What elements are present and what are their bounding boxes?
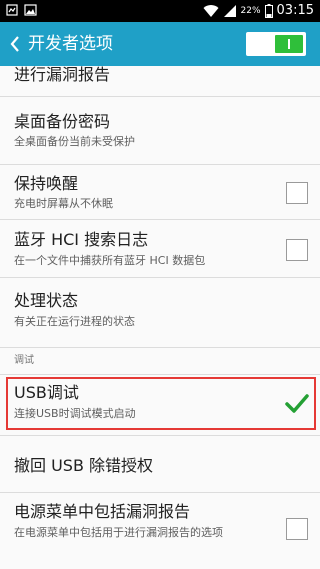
- bug-report-row[interactable]: 进行漏洞报告: [0, 66, 320, 97]
- stay-awake-subtitle: 充电时屏幕从不休眠: [14, 197, 113, 210]
- signal-icon: [223, 5, 236, 17]
- wifi-icon: [203, 5, 219, 18]
- clock: 03:15: [276, 3, 314, 18]
- process-stats-title: 处理状态: [14, 291, 79, 310]
- battery-icon: [264, 4, 273, 18]
- bt-hci-log-checkbox[interactable]: [286, 239, 308, 261]
- check-icon: [285, 394, 309, 413]
- back-button[interactable]: [4, 30, 26, 58]
- process-stats-subtitle: 有关正在运行进程的状态: [14, 315, 135, 328]
- status-left-icons: [6, 4, 37, 16]
- action-bar: 开发者选项: [0, 22, 320, 66]
- developer-options-switch[interactable]: [246, 32, 306, 56]
- power-menu-bug-checkbox[interactable]: [286, 518, 308, 540]
- battery-percent: 22%: [240, 6, 261, 16]
- status-bar: 22% 03:15: [0, 0, 320, 22]
- stay-awake-title: 保持唤醒: [14, 174, 79, 193]
- usb-debugging-title: USB调试: [14, 383, 79, 402]
- settings-list[interactable]: 进行漏洞报告 桌面备份密码 全桌面备份当前未受保护 保持唤醒 充电时屏幕从不休眠…: [0, 66, 320, 569]
- stay-awake-row[interactable]: 保持唤醒 充电时屏幕从不休眠: [0, 165, 320, 220]
- image-icon: [24, 4, 37, 16]
- bug-report-title: 进行漏洞报告: [14, 66, 111, 84]
- notification-icon: [6, 4, 18, 16]
- status-right: 22% 03:15: [203, 2, 314, 20]
- revoke-usb-row[interactable]: 撤回 USB 除错授权: [0, 436, 320, 493]
- page-title: 开发者选项: [28, 34, 113, 54]
- bt-hci-log-subtitle: 在一个文件中捕获所有蓝牙 HCI 数据包: [14, 254, 206, 267]
- bt-hci-log-title: 蓝牙 HCI 搜索日志: [14, 230, 149, 249]
- bt-hci-log-row[interactable]: 蓝牙 HCI 搜索日志 在一个文件中捕获所有蓝牙 HCI 数据包: [0, 220, 320, 278]
- back-arrow-icon: [10, 36, 19, 52]
- section-header-debug: 调试: [14, 355, 34, 366]
- backup-password-title: 桌面备份密码: [14, 112, 111, 131]
- usb-debugging-subtitle: 连接USB时调试模式启动: [14, 407, 136, 420]
- usb-debugging-row[interactable]: USB调试 连接USB时调试模式启动: [0, 374, 320, 436]
- process-stats-row[interactable]: 处理状态 有关正在运行进程的状态: [0, 278, 320, 348]
- backup-password-row[interactable]: 桌面备份密码 全桌面备份当前未受保护: [0, 97, 320, 165]
- power-menu-bug-subtitle: 在电源菜单中包括用于进行漏洞报告的选项: [14, 526, 223, 539]
- power-menu-bug-title: 电源菜单中包括漏洞报告: [14, 502, 191, 521]
- revoke-usb-title: 撤回 USB 除错授权: [14, 456, 154, 475]
- stay-awake-checkbox[interactable]: [286, 182, 308, 204]
- usb-debugging-checkbox[interactable]: [284, 392, 310, 416]
- switch-thumb: [275, 35, 303, 53]
- backup-password-subtitle: 全桌面备份当前未受保护: [14, 135, 135, 148]
- power-menu-bug-row[interactable]: 电源菜单中包括漏洞报告 在电源菜单中包括用于进行漏洞报告的选项: [0, 493, 320, 569]
